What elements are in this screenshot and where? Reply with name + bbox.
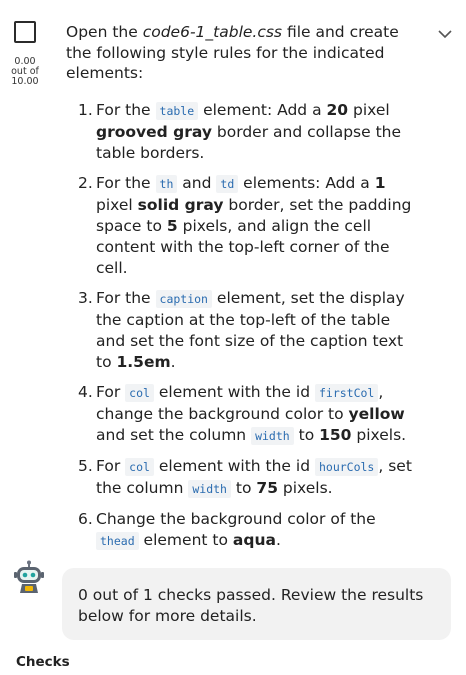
task-steps-list: 1. For the table element: Add a 20 pixel … bbox=[74, 100, 414, 561]
code-token: col bbox=[125, 384, 154, 402]
emphasized-value: yellow bbox=[348, 405, 405, 423]
emphasized-value: grooved gray bbox=[96, 123, 212, 141]
emphasized-value: 150 bbox=[319, 426, 352, 444]
step-text: For the bbox=[96, 174, 156, 192]
intro-text-start: Open the bbox=[66, 23, 143, 41]
step-text: element with the id bbox=[153, 457, 315, 475]
step-number: 4. bbox=[78, 383, 93, 401]
emphasized-value: 75 bbox=[256, 479, 278, 497]
score-max: 10.00 bbox=[11, 76, 39, 87]
code-token: table bbox=[155, 102, 199, 120]
feedback-message: 0 out of 1 checks passed. Review the res… bbox=[62, 568, 451, 640]
step-text: For the bbox=[96, 289, 156, 307]
step-text: pixels. bbox=[351, 426, 407, 444]
step-text: For bbox=[96, 383, 126, 401]
step-text: to bbox=[293, 426, 320, 444]
step-text: Change the background color of the bbox=[96, 510, 376, 528]
robot-icon bbox=[14, 560, 44, 593]
code-token: hourCols bbox=[314, 458, 379, 476]
code-token: width bbox=[251, 427, 294, 445]
step-text: element: Add a bbox=[198, 101, 327, 119]
step-text: element to bbox=[138, 531, 233, 549]
step-text: . bbox=[170, 353, 176, 371]
emphasized-value: 5 bbox=[166, 217, 178, 235]
code-token: firstCol bbox=[314, 384, 379, 402]
step-text: elements: Add a bbox=[238, 174, 375, 192]
intro-filename: code6-1_table.css bbox=[142, 23, 283, 41]
emphasized-value: solid gray bbox=[137, 196, 224, 214]
task-step: 6. Change the background color of the the… bbox=[74, 509, 414, 552]
task-complete-checkbox[interactable] bbox=[14, 21, 36, 43]
task-step: 2. For the th and td elements: Add a 1 pi… bbox=[74, 173, 414, 279]
step-number: 1. bbox=[78, 101, 93, 119]
step-text: and set the column bbox=[96, 426, 252, 444]
code-token: td bbox=[216, 175, 239, 193]
feedback-text: 0 out of 1 checks passed. Review the res… bbox=[78, 586, 424, 625]
task-score: 0.00 out of 10.00 bbox=[4, 57, 46, 87]
step-text: and bbox=[177, 174, 217, 192]
step-number: 3. bbox=[78, 289, 93, 307]
emphasized-value: 1 bbox=[374, 174, 386, 192]
emphasized-value: aqua bbox=[232, 531, 276, 549]
code-token: th bbox=[155, 175, 178, 193]
task-step: 4. For col element with the id firstCol, … bbox=[74, 382, 414, 447]
step-text: . bbox=[275, 531, 281, 549]
step-text: pixel bbox=[348, 101, 390, 119]
step-text: For the bbox=[96, 101, 156, 119]
code-token: width bbox=[188, 480, 231, 498]
task-step: 1. For the table element: Add a 20 pixel … bbox=[74, 100, 414, 164]
step-text: For bbox=[96, 457, 126, 475]
task-step: 5. For col element with the id hourCols, … bbox=[74, 456, 414, 500]
checks-heading: Checks bbox=[16, 654, 70, 670]
step-number: 6. bbox=[78, 510, 93, 528]
step-text: pixel bbox=[96, 196, 138, 214]
step-text: to bbox=[230, 479, 257, 497]
task-instructions: Open the code6-1_table.css file and crea… bbox=[66, 22, 426, 84]
emphasized-value: 20 bbox=[326, 101, 349, 119]
step-text: pixels. bbox=[277, 479, 333, 497]
step-number: 2. bbox=[78, 174, 93, 192]
step-number: 5. bbox=[78, 457, 93, 475]
code-token: thead bbox=[96, 532, 139, 550]
chevron-down-icon[interactable] bbox=[437, 26, 453, 42]
code-token: col bbox=[125, 458, 154, 476]
code-token: caption bbox=[155, 290, 212, 308]
task-step: 3. For the caption element, set the displ… bbox=[74, 288, 414, 373]
emphasized-value: 1.5em bbox=[116, 353, 171, 371]
step-text: element with the id bbox=[153, 383, 315, 401]
